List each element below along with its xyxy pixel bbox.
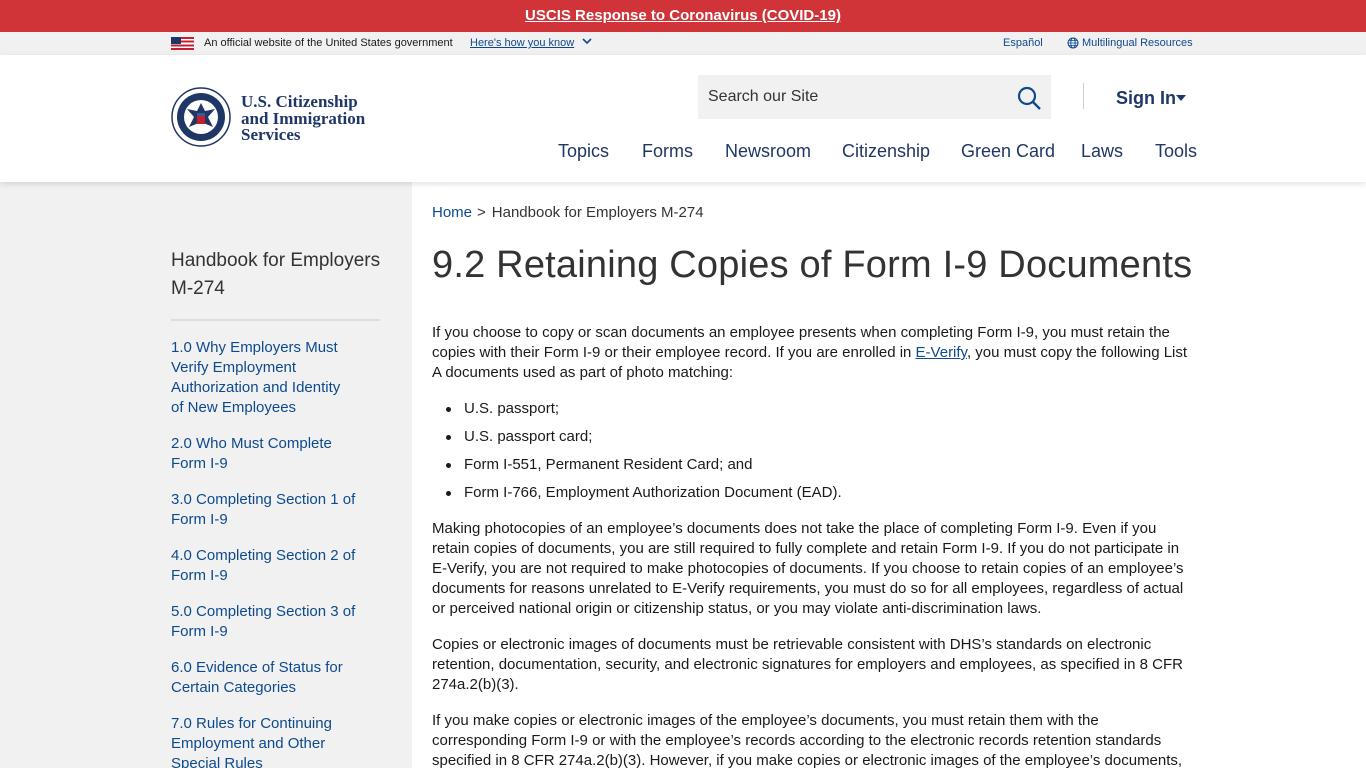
search-box [698, 75, 1051, 119]
sidebar-title: Handbook for Employers M-274 [171, 250, 381, 299]
covid-alert-link[interactable]: USCIS Response to Coronavirus (COVID-19) [525, 7, 841, 24]
nav-green-card[interactable]: Green Card [961, 141, 1055, 162]
uscis-logo-text[interactable]: U.S. Citizenship and Immigration Service… [241, 93, 365, 144]
paragraph-3: Copies or electronic images of documents… [432, 636, 1183, 693]
breadcrumb-home[interactable]: Home [432, 204, 472, 221]
list-item: Form I-551, Permanent Resident Card; and [445, 456, 753, 473]
sidebar-item-4[interactable]: 4.0 Completing Section 2 of Form I-9 [171, 546, 356, 586]
sidebar-divider [171, 319, 380, 321]
sign-in-button[interactable]: Sign In [1116, 88, 1176, 109]
breadcrumb: Home > Handbook for Employers M-274 [432, 204, 704, 221]
us-flag-icon [171, 37, 194, 50]
paragraph-2: Making photocopies of an employee’s docu… [432, 520, 1184, 617]
nav-laws[interactable]: Laws [1081, 141, 1123, 162]
dhs-seal-icon[interactable] [171, 87, 231, 147]
list-item: U.S. passport; [445, 400, 560, 417]
sidebar: Handbook for Employers M-274 1.0 Why Emp… [0, 182, 412, 768]
nav-newsroom[interactable]: Newsroom [725, 141, 811, 162]
sidebar-item-1[interactable]: 1.0 Why Employers Must Verify Employment… [171, 338, 356, 418]
globe-icon [1067, 37, 1079, 49]
header-divider [1083, 83, 1084, 109]
e-verify-link[interactable]: E-Verify [916, 344, 967, 361]
list-item: Form I-766, Employment Authorization Doc… [446, 484, 842, 501]
paragraph-1: If you choose to copy or scan documents … [432, 323, 1194, 383]
nav-tools[interactable]: Tools [1155, 141, 1197, 162]
search-input[interactable] [698, 75, 998, 119]
paragraph-4: If you make copies or electronic images … [432, 712, 1183, 768]
sidebar-item-6[interactable]: 6.0 Evidence of Status for Certain Categ… [171, 658, 356, 698]
breadcrumb-separator: > [477, 204, 486, 221]
search-icon[interactable] [1016, 85, 1042, 111]
sidebar-item-7[interactable]: 7.0 Rules for Continuing Employment and … [171, 714, 356, 768]
how-you-know-link[interactable]: Here's how you know [470, 37, 574, 49]
sidebar-item-5[interactable]: 5.0 Completing Section 3 of Form I-9 [171, 602, 356, 642]
breadcrumb-current: Handbook for Employers M-274 [491, 204, 704, 221]
nav-citizenship[interactable]: Citizenship [842, 141, 930, 162]
sidebar-item-3[interactable]: 3.0 Completing Section 1 of Form I-9 [171, 490, 356, 530]
covid-alert-bar: USCIS Response to Coronavirus (COVID-19) [0, 0, 1366, 32]
nav-forms[interactable]: Forms [642, 141, 693, 162]
page-title: 9.2 Retaining Copies of Form I-9 Documen… [432, 244, 1193, 286]
multilingual-resources-link[interactable]: Multilingual Resources [1082, 37, 1193, 49]
list-item: U.S. passport card; [445, 428, 593, 445]
gov-banner: An official website of the United States… [0, 32, 1366, 55]
nav-topics[interactable]: Topics [558, 141, 609, 162]
caret-down-icon[interactable] [1175, 93, 1187, 103]
logo-line-3: Services [241, 125, 301, 144]
sidebar-item-2[interactable]: 2.0 Who Must Complete Form I-9 [171, 434, 356, 474]
official-website-text: An official website of the United States… [204, 37, 453, 49]
site-header: U.S. Citizenship and Immigration Service… [0, 55, 1366, 182]
espanol-link[interactable]: Español [1003, 37, 1043, 49]
chevron-down-icon[interactable] [582, 36, 592, 46]
